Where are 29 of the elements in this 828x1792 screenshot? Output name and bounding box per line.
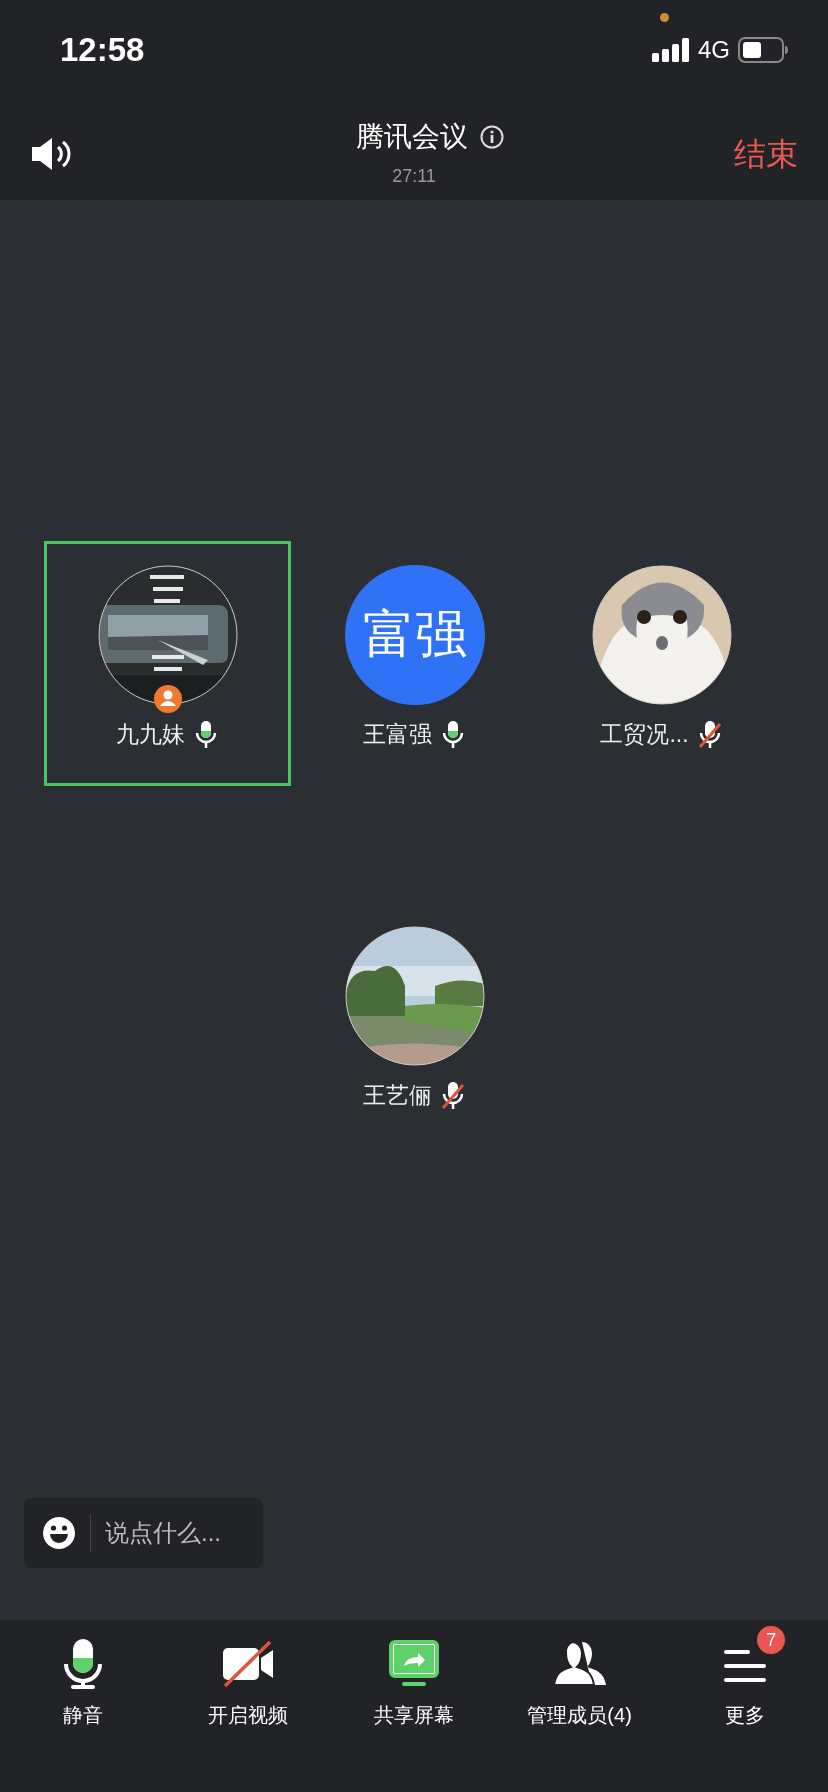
signal-icon (652, 38, 690, 62)
video-button[interactable]: 开启视频 (208, 1636, 289, 1729)
share-screen-icon (388, 1640, 440, 1688)
participant-tile[interactable]: 富强 王富强 (291, 541, 538, 786)
host-badge-icon (153, 685, 182, 713)
status-time: 12:58 (60, 31, 145, 69)
participant-name: 工贸况... (600, 720, 689, 749)
mic-button[interactable]: 静音 (62, 1636, 103, 1729)
network-label: 4G (698, 36, 730, 64)
participant-tile[interactable]: 工贸况... (538, 541, 785, 786)
share-button[interactable]: 共享屏幕 (374, 1636, 454, 1729)
end-button[interactable]: 结束 (734, 133, 798, 177)
meeting-duration: 27:11 (392, 166, 436, 187)
meeting-title: 腾讯会议 (356, 120, 468, 154)
speaker-icon[interactable] (30, 136, 72, 172)
chat-input-field[interactable]: 说点什么... (105, 1519, 245, 1547)
info-icon[interactable] (480, 125, 504, 149)
participant-tile[interactable]: 九九妹 (44, 541, 291, 786)
participant-name: 王艺俪 (363, 1081, 432, 1110)
battery-icon (738, 37, 788, 63)
mic-icon (62, 1638, 103, 1690)
participant-name: 九九妹 (116, 720, 185, 749)
avatar: 富强 (344, 565, 485, 705)
indicator-dot (660, 13, 669, 22)
notification-badge: 7 (757, 1626, 786, 1654)
participant-name: 王富强 (363, 720, 432, 749)
participant-tile[interactable]: 王艺俪 (291, 902, 538, 1147)
members-button[interactable]: 管理成员(4) (527, 1636, 632, 1729)
emoji-icon[interactable] (42, 1516, 76, 1550)
